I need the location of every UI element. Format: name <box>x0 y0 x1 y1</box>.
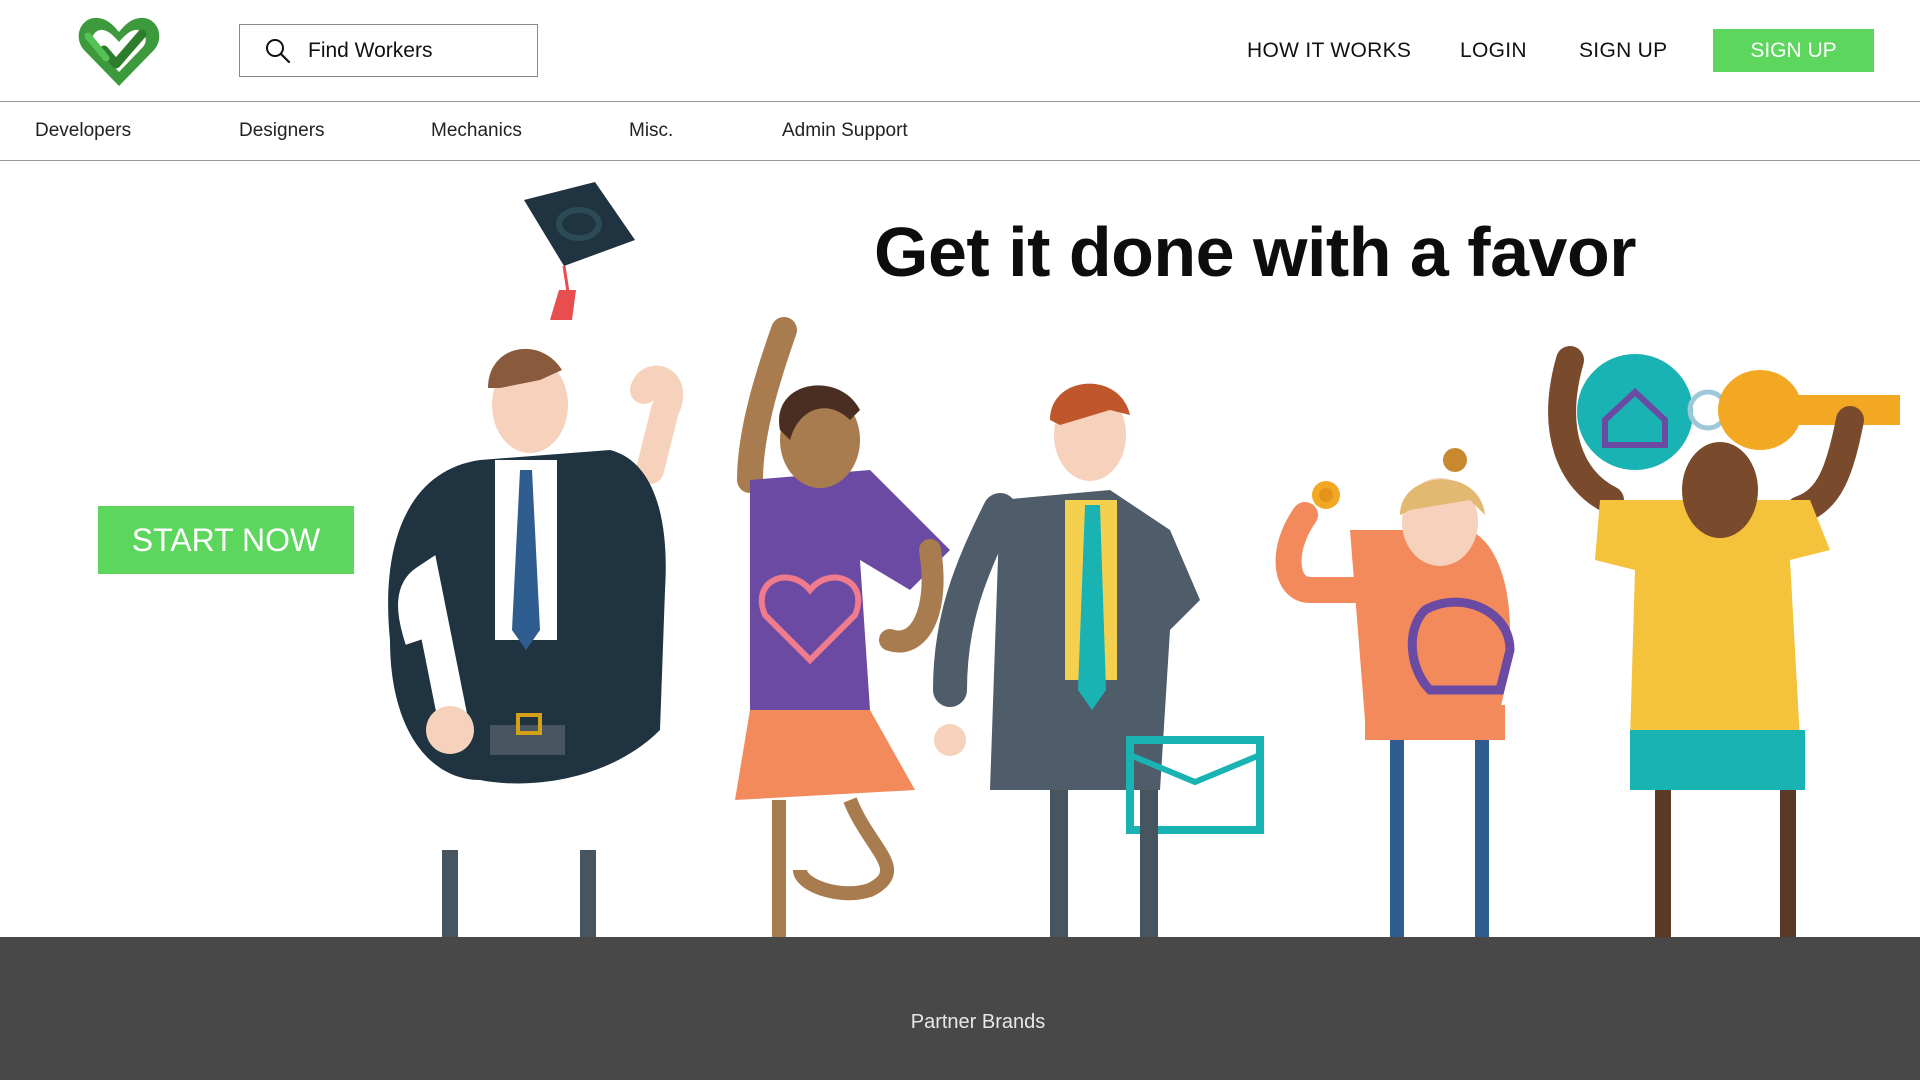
heart-check-logo-icon[interactable] <box>76 14 162 88</box>
sign-up-link[interactable]: SIGN UP <box>1579 39 1667 63</box>
partner-brands-label: Partner Brands <box>910 1011 1046 1033</box>
hero-people-illustration <box>388 182 1900 940</box>
businessman-person <box>933 383 1264 940</box>
category-mechanics[interactable]: Mechanics <box>431 120 522 142</box>
search-input[interactable] <box>308 38 508 63</box>
homeowner-person <box>1548 346 1900 940</box>
category-admin-support[interactable]: Admin Support <box>782 120 908 142</box>
category-misc[interactable]: Misc. <box>629 120 673 142</box>
category-developers[interactable]: Developers <box>35 120 131 142</box>
login-link[interactable]: LOGIN <box>1460 39 1527 63</box>
graduation-cap-icon <box>524 182 635 320</box>
category-bar: Developers Designers Mechanics Misc. Adm… <box>0 102 1920 161</box>
woman-piggy-bank-person <box>1275 448 1515 940</box>
how-it-works-link[interactable]: HOW IT WORKS <box>1247 39 1411 63</box>
search-icon <box>266 38 291 63</box>
woman-purple-shirt-person <box>735 317 950 940</box>
footer: Partner Brands <box>0 937 1920 1080</box>
category-designers[interactable]: Designers <box>239 120 325 142</box>
search-box[interactable] <box>239 24 538 77</box>
start-now-button[interactable]: START NOW <box>98 506 354 574</box>
sign-up-button[interactable]: SIGN UP <box>1713 29 1874 72</box>
top-navbar: HOW IT WORKS LOGIN SIGN UP SIGN UP <box>0 0 1920 102</box>
graduate-person <box>388 348 684 940</box>
